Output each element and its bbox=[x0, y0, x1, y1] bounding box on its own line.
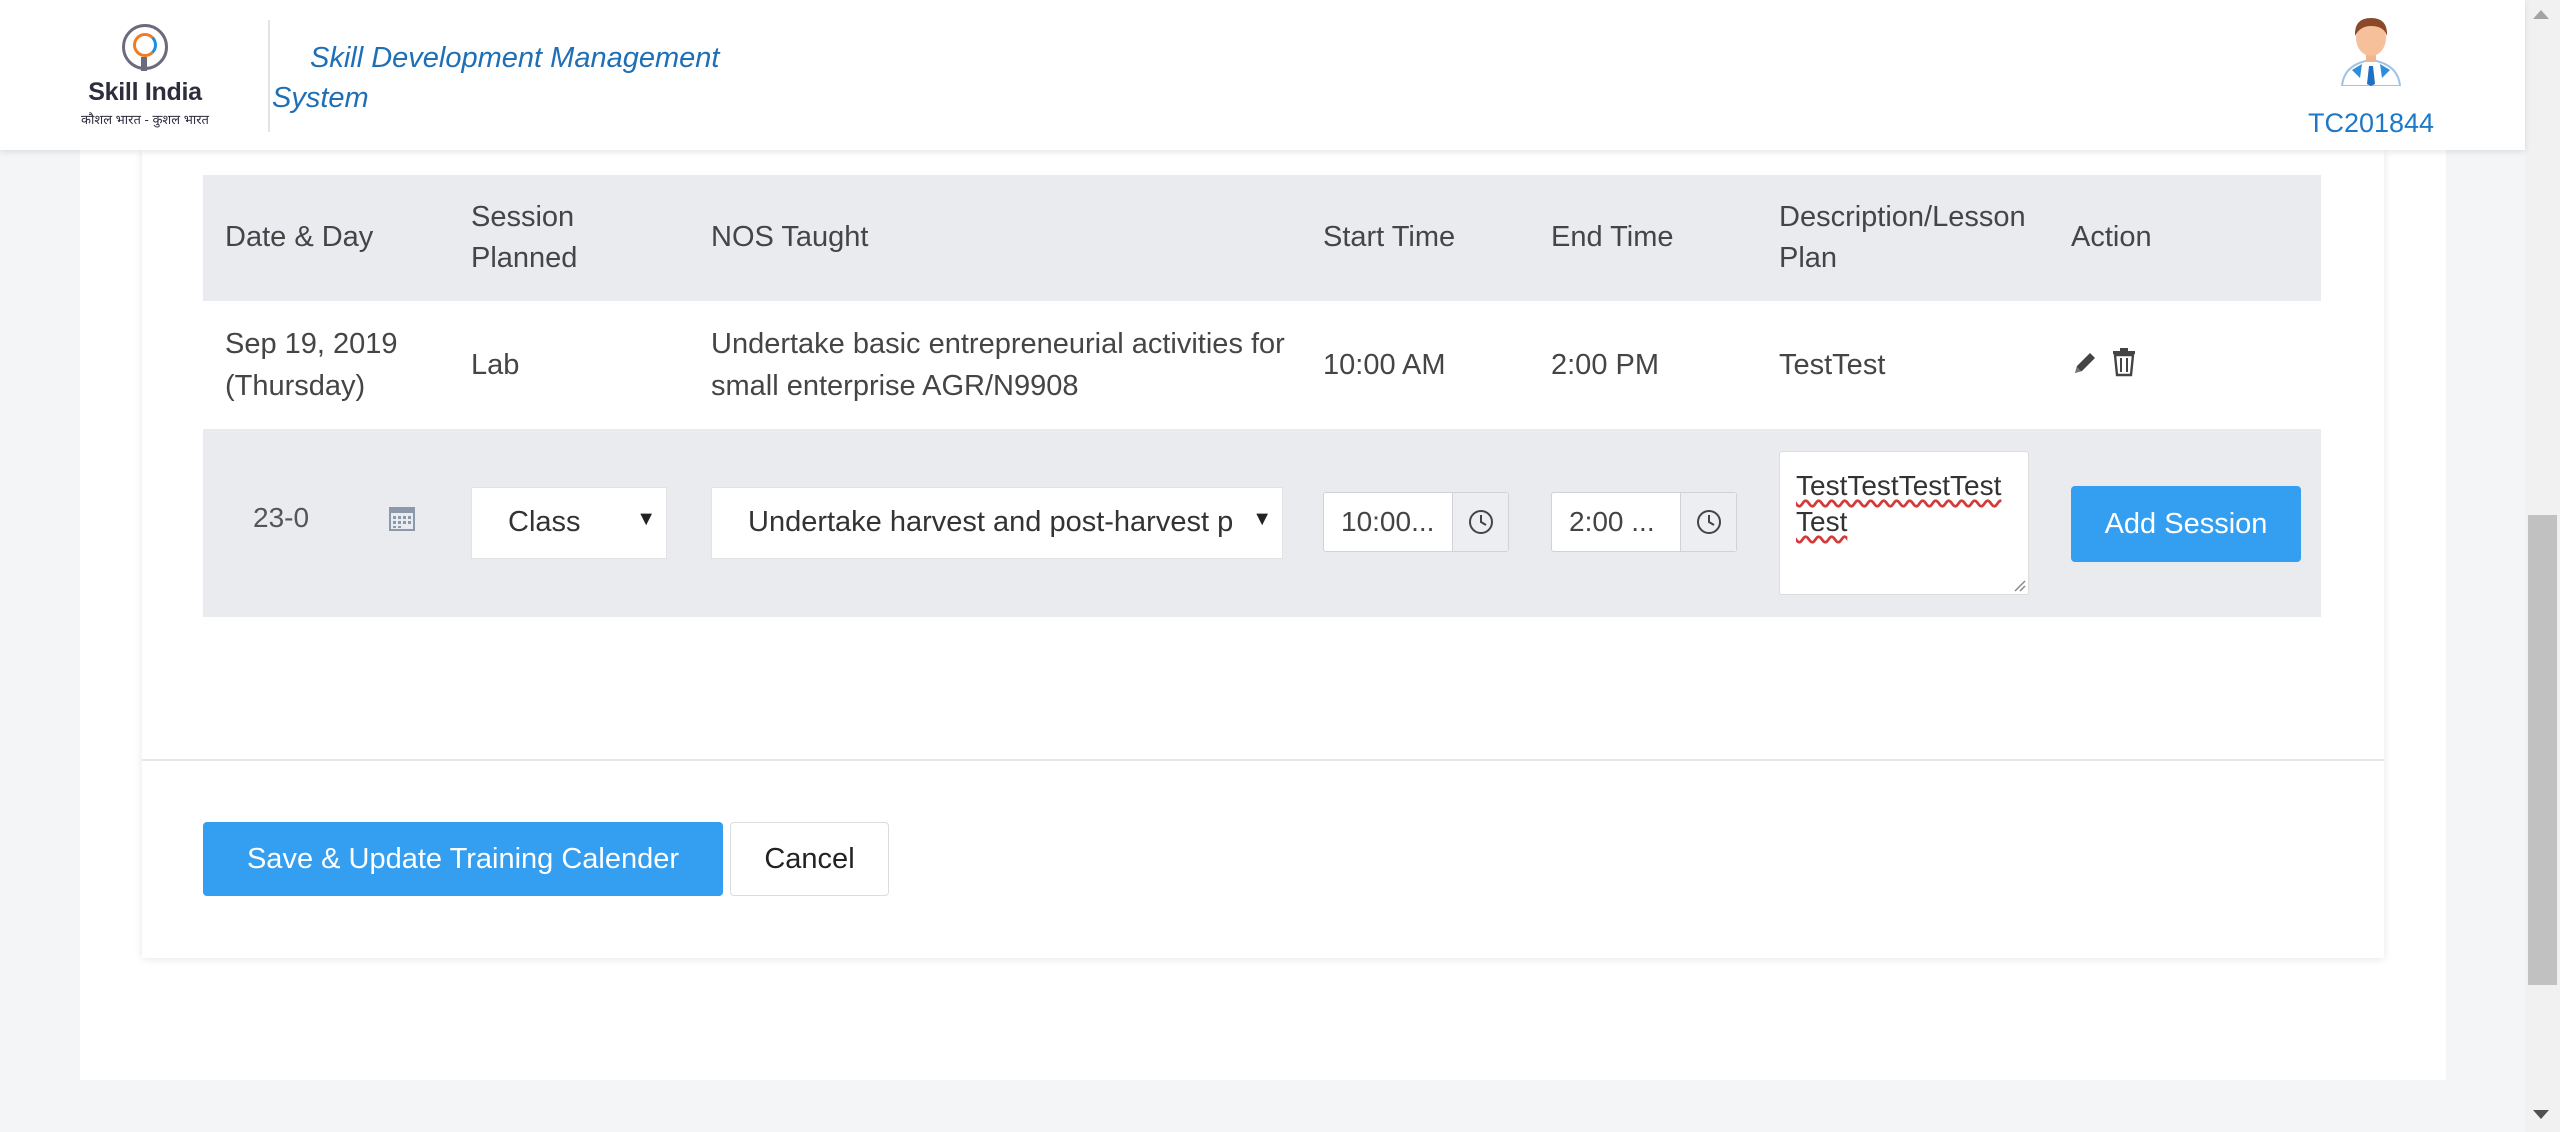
nos-select[interactable]: Undertake harvest and post-harvest p ▼ bbox=[711, 487, 1283, 559]
scroll-up-icon[interactable] bbox=[2533, 10, 2549, 19]
start-time-value: 10:00... bbox=[1341, 506, 1435, 537]
dropdown-caret-icon: ▼ bbox=[1252, 508, 1272, 530]
scrollbar-thumb[interactable] bbox=[2528, 515, 2557, 985]
row-date: Sep 19, 2019 bbox=[225, 328, 398, 360]
logo-text: Skill India bbox=[88, 78, 202, 106]
add-session-row: 23-0 Class ▼ Undertake harvest and post-… bbox=[203, 429, 2321, 617]
edit-pencil-icon[interactable] bbox=[2071, 349, 2099, 377]
add-session-button[interactable]: Add Session bbox=[2071, 486, 2301, 562]
column-date-day: Date & Day bbox=[225, 221, 374, 253]
column-end-time: End Time bbox=[1551, 221, 1674, 253]
row-start-time: 10:00 AM bbox=[1323, 349, 1446, 381]
user-id[interactable]: TC201844 bbox=[2300, 108, 2442, 139]
description-value: TestTestTestTestTest bbox=[1796, 470, 2002, 537]
row-session: Lab bbox=[471, 349, 520, 381]
calendar-icon[interactable] bbox=[388, 504, 416, 532]
skill-india-emblem-icon bbox=[122, 24, 168, 71]
cancel-button[interactable]: Cancel bbox=[730, 822, 889, 896]
session-planned-value: Class bbox=[508, 506, 581, 538]
row-day: (Thursday) bbox=[225, 370, 366, 402]
start-time-input[interactable]: 10:00... bbox=[1323, 492, 1509, 552]
column-action: Action bbox=[2071, 221, 2152, 253]
user-avatar-icon[interactable] bbox=[2338, 14, 2404, 87]
column-nos-taught: NOS Taught bbox=[711, 221, 869, 253]
nos-select-value: Undertake harvest and post-harvest p bbox=[748, 506, 1234, 538]
row-nos: Undertake basic entrepreneurial activiti… bbox=[711, 328, 1285, 402]
top-header: Skill India कौशल भारत - कुशल भारत Skill … bbox=[0, 0, 2525, 150]
scroll-down-icon[interactable] bbox=[2533, 1110, 2549, 1119]
end-time-input[interactable]: 2:00 ... bbox=[1551, 492, 1737, 552]
card-divider bbox=[142, 759, 2384, 761]
clock-icon[interactable] bbox=[1680, 493, 1736, 551]
table-row: Sep 19, 2019 (Thursday) Lab Undertake ba… bbox=[203, 301, 2321, 429]
description-textarea[interactable]: TestTestTestTestTest bbox=[1779, 451, 2029, 595]
row-end-time: 2:00 PM bbox=[1551, 349, 1659, 381]
row-description: TestTest bbox=[1779, 349, 1886, 381]
column-session-planned: Session Planned bbox=[471, 201, 578, 274]
clock-icon[interactable] bbox=[1452, 493, 1508, 551]
header-divider bbox=[268, 20, 270, 132]
resize-handle-icon[interactable] bbox=[2012, 578, 2026, 592]
dropdown-caret-icon: ▼ bbox=[636, 508, 656, 530]
logo-subtext: कौशल भारत - कुशल भारत bbox=[81, 112, 209, 127]
column-description: Description/Lesson Plan bbox=[1779, 201, 2026, 274]
session-date-value: 23-0 bbox=[253, 502, 309, 533]
delete-trash-icon[interactable] bbox=[2111, 347, 2137, 377]
app-title: Skill Development Management System bbox=[272, 42, 720, 114]
end-time-value: 2:00 ... bbox=[1569, 506, 1655, 537]
table-header: Date & Day Session Planned NOS Taught St… bbox=[203, 175, 2321, 301]
column-start-time: Start Time bbox=[1323, 221, 1456, 253]
save-update-calendar-button[interactable]: Save & Update Training Calender bbox=[203, 822, 723, 896]
session-date-input[interactable]: 23-0 bbox=[225, 486, 425, 558]
session-planned-select[interactable]: Class ▼ bbox=[471, 487, 667, 559]
skill-india-logo[interactable]: Skill India कौशल भारत - कुशल भारत bbox=[80, 22, 210, 132]
